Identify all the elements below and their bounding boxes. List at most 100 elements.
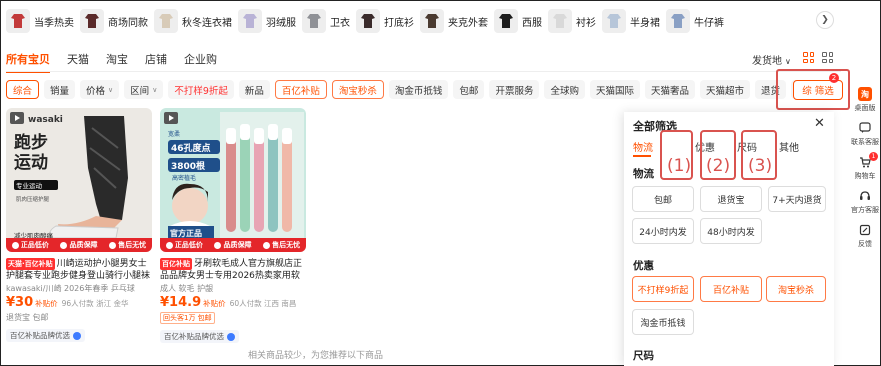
option-return-insurance[interactable]: 退货宝 — [700, 186, 762, 212]
dress-icon — [154, 9, 178, 33]
tab-3[interactable]: 店铺 — [145, 51, 167, 67]
sidebar-item-desktop[interactable]: 淘 桌面版 — [850, 87, 880, 113]
chevron-down-icon: ∨ — [152, 85, 158, 94]
option-48h-ship[interactable]: 48小时内发 — [700, 218, 762, 244]
category-item[interactable]: 商场同款 — [80, 7, 148, 35]
option-24h-ship[interactable]: 24小时内发 — [632, 218, 694, 244]
taobao-logo-icon: 淘 — [858, 87, 872, 101]
ship-from-dropdown[interactable]: 发货地 ∨ — [752, 52, 791, 67]
filter-chip[interactable]: 天猫超市 — [700, 80, 751, 99]
active-tab-indicator — [633, 155, 651, 157]
category-item[interactable]: 羽绒服 — [238, 7, 296, 35]
list-view-icon[interactable] — [822, 52, 833, 63]
category-label: 半身裙 — [630, 17, 660, 29]
tab-other[interactable]: 其他 — [779, 139, 799, 154]
svg-text:跑步: 跑步 — [14, 132, 48, 153]
tab-4[interactable]: 企业购 — [184, 51, 217, 67]
sales-location: 96人付款 浙江 金华 — [61, 299, 129, 308]
category-item[interactable]: 夹克外套 — [420, 7, 488, 35]
store-tag: 百亿补贴 — [160, 258, 192, 270]
category-item[interactable]: 半身裙 — [602, 7, 660, 35]
info-icon — [73, 331, 81, 340]
category-item[interactable]: 卫衣 — [302, 7, 350, 35]
product-attributes: kawasaki/川崎 2026年春季 乒乓球 — [6, 284, 135, 293]
filter-chip[interactable]: 开票服务 — [489, 80, 540, 99]
category-strip: 当季热卖 商场同款 秋冬连衣裙 羽绒服 卫衣 打底衫 夹克外套 西服 衬衫 半身裙 牛仔裤 — [6, 6, 730, 36]
service-tags: 退货宝 包邮 — [6, 313, 49, 322]
down-jacket-icon — [238, 9, 262, 33]
tab-2[interactable]: 淘宝 — [106, 51, 128, 67]
filter-chip[interactable]: 天猫国际 — [589, 80, 640, 99]
option-no-proof-discount[interactable]: 不打样9折起 — [632, 276, 694, 302]
ship-from-label: 发货地 — [752, 56, 782, 67]
product-title[interactable]: 天猫·百亿补贴川崎运动护小腿男女士护腿套专业跑步健身登山骑行小腿袜透... — [6, 258, 154, 282]
tab-1[interactable]: 天猫 — [67, 51, 89, 67]
option-flash-sale[interactable]: 淘宝秒杀 — [766, 276, 826, 302]
sidebar-item-cart[interactable]: 1 购物车 — [850, 152, 880, 181]
filter-chip[interactable]: 区间 ∨ — [124, 80, 164, 99]
grid-view-icon[interactable] — [803, 52, 814, 63]
category-item[interactable]: 打底衫 — [356, 7, 414, 35]
category-label: 羽绒服 — [266, 17, 296, 29]
product-title[interactable]: 百亿补贴牙刷软毛成人官方旗舰店正品品牌女男士专用2026热卖家用软毛牙刷 — [160, 258, 308, 282]
check-icon — [165, 241, 173, 249]
hoodie-icon — [302, 9, 326, 33]
filter-chip[interactable]: 全球购 — [544, 80, 585, 99]
price-tag: 补贴价 — [35, 299, 58, 308]
headset-icon — [858, 189, 872, 203]
sidebar-item-feedback[interactable]: 反馈 — [850, 223, 880, 249]
price-row: ¥30 补贴价 96人付款 浙江 金华 — [6, 295, 154, 310]
feedback-icon — [858, 223, 872, 237]
jacket-icon — [6, 9, 30, 33]
sidebar-item-official-service[interactable]: 官方客服 — [850, 189, 880, 215]
blazer-icon — [494, 9, 518, 33]
product-card[interactable]: 宽柔 46孔度点 3800根 高密植毛 官方正品 正品低价 品质保障 售后无忧 … — [160, 108, 308, 343]
svg-text:wasaki: wasaki — [28, 115, 63, 125]
option-7day-return[interactable]: 7+天内退货 — [768, 186, 826, 212]
store-tag: 天猫·百亿补贴 — [6, 258, 55, 270]
tab-logistics[interactable]: 物流 — [633, 139, 653, 154]
category-item[interactable]: 当季热卖 — [6, 7, 74, 35]
chevron-right-icon[interactable]: ❯ — [816, 11, 834, 29]
section-size: 尺码 — [633, 350, 654, 362]
annotation-label-3: (3) — [748, 156, 773, 176]
check-icon — [11, 241, 19, 249]
product-attributes: 成人 软毛 护龈 — [160, 284, 214, 293]
jacket-icon — [420, 9, 444, 33]
svg-text:46孔度点: 46孔度点 — [171, 142, 211, 154]
filter-button[interactable]: 综 筛选 — [793, 80, 843, 100]
svg-text:运动: 运动 — [14, 153, 48, 173]
filter-chip[interactable]: 淘金币抵钱 — [388, 80, 449, 99]
filter-chip[interactable]: 淘宝秒杀 — [331, 80, 384, 99]
price-row: ¥14.9 补贴价 60人付款 江西 南昌 — [160, 295, 308, 310]
filter-chip[interactable]: 价格 ∨ — [80, 80, 120, 99]
filter-chip[interactable]: 不打样9折起 — [168, 80, 234, 99]
category-item[interactable]: 牛仔裤 — [666, 7, 724, 35]
filter-chip[interactable]: 销量 — [44, 80, 76, 99]
chat-icon — [858, 121, 872, 135]
recommendation-note: 相关商品较少，为您推荐以下商品 — [248, 351, 384, 361]
category-item[interactable]: 秋冬连衣裙 — [154, 7, 232, 35]
source-tabs: 所有宝贝 天猫 淘宝 店铺 企业购 — [6, 51, 234, 73]
option-taojinbi[interactable]: 淘金币抵钱 — [632, 309, 694, 335]
product-image: 宽柔 46孔度点 3800根 高密植毛 官方正品 正品低价 品质保障 售后无忧 — [160, 108, 306, 252]
category-label: 夹克外套 — [448, 17, 488, 29]
filter-chip[interactable]: 综合 — [6, 80, 40, 99]
category-item[interactable]: 西服 — [494, 7, 542, 35]
badge: 正品低价 — [11, 240, 49, 250]
tab-0[interactable]: 所有宝贝 — [6, 51, 50, 73]
option-10b-subsidy[interactable]: 百亿补贴 — [700, 276, 762, 302]
option-free-shipping[interactable]: 包邮 — [632, 186, 694, 212]
filter-chips: 综合 销量 价格 ∨ 区间 ∨ 不打样9折起 新品 百亿补贴 淘宝秒杀 淘金币抵钱 包邮 开票服务 全球购… — [6, 80, 806, 99]
category-item[interactable]: 衬衫 — [548, 7, 596, 35]
category-label: 卫衣 — [330, 17, 350, 29]
leg-sleeve-illustration: wasaki 跑步 运动 专业运动 肌肉压缩护腿 减少肌肉酸痛 — [10, 112, 128, 240]
sidebar-item-contact[interactable]: 联系客服 — [850, 121, 880, 147]
product-card[interactable]: wasaki 跑步 运动 专业运动 肌肉压缩护腿 减少肌肉酸痛 正品低价 品质保… — [6, 108, 154, 342]
toothbrush-illustration: 宽柔 46孔度点 3800根 高密植毛 官方正品 — [164, 112, 304, 240]
filter-chip[interactable]: 新品 — [238, 80, 270, 99]
filter-chip[interactable]: 包邮 — [453, 80, 485, 99]
filter-chip[interactable]: 天猫奢品 — [644, 80, 695, 99]
filter-chip[interactable]: 百亿补贴 — [274, 80, 327, 99]
close-icon[interactable]: ✕ — [814, 116, 825, 131]
